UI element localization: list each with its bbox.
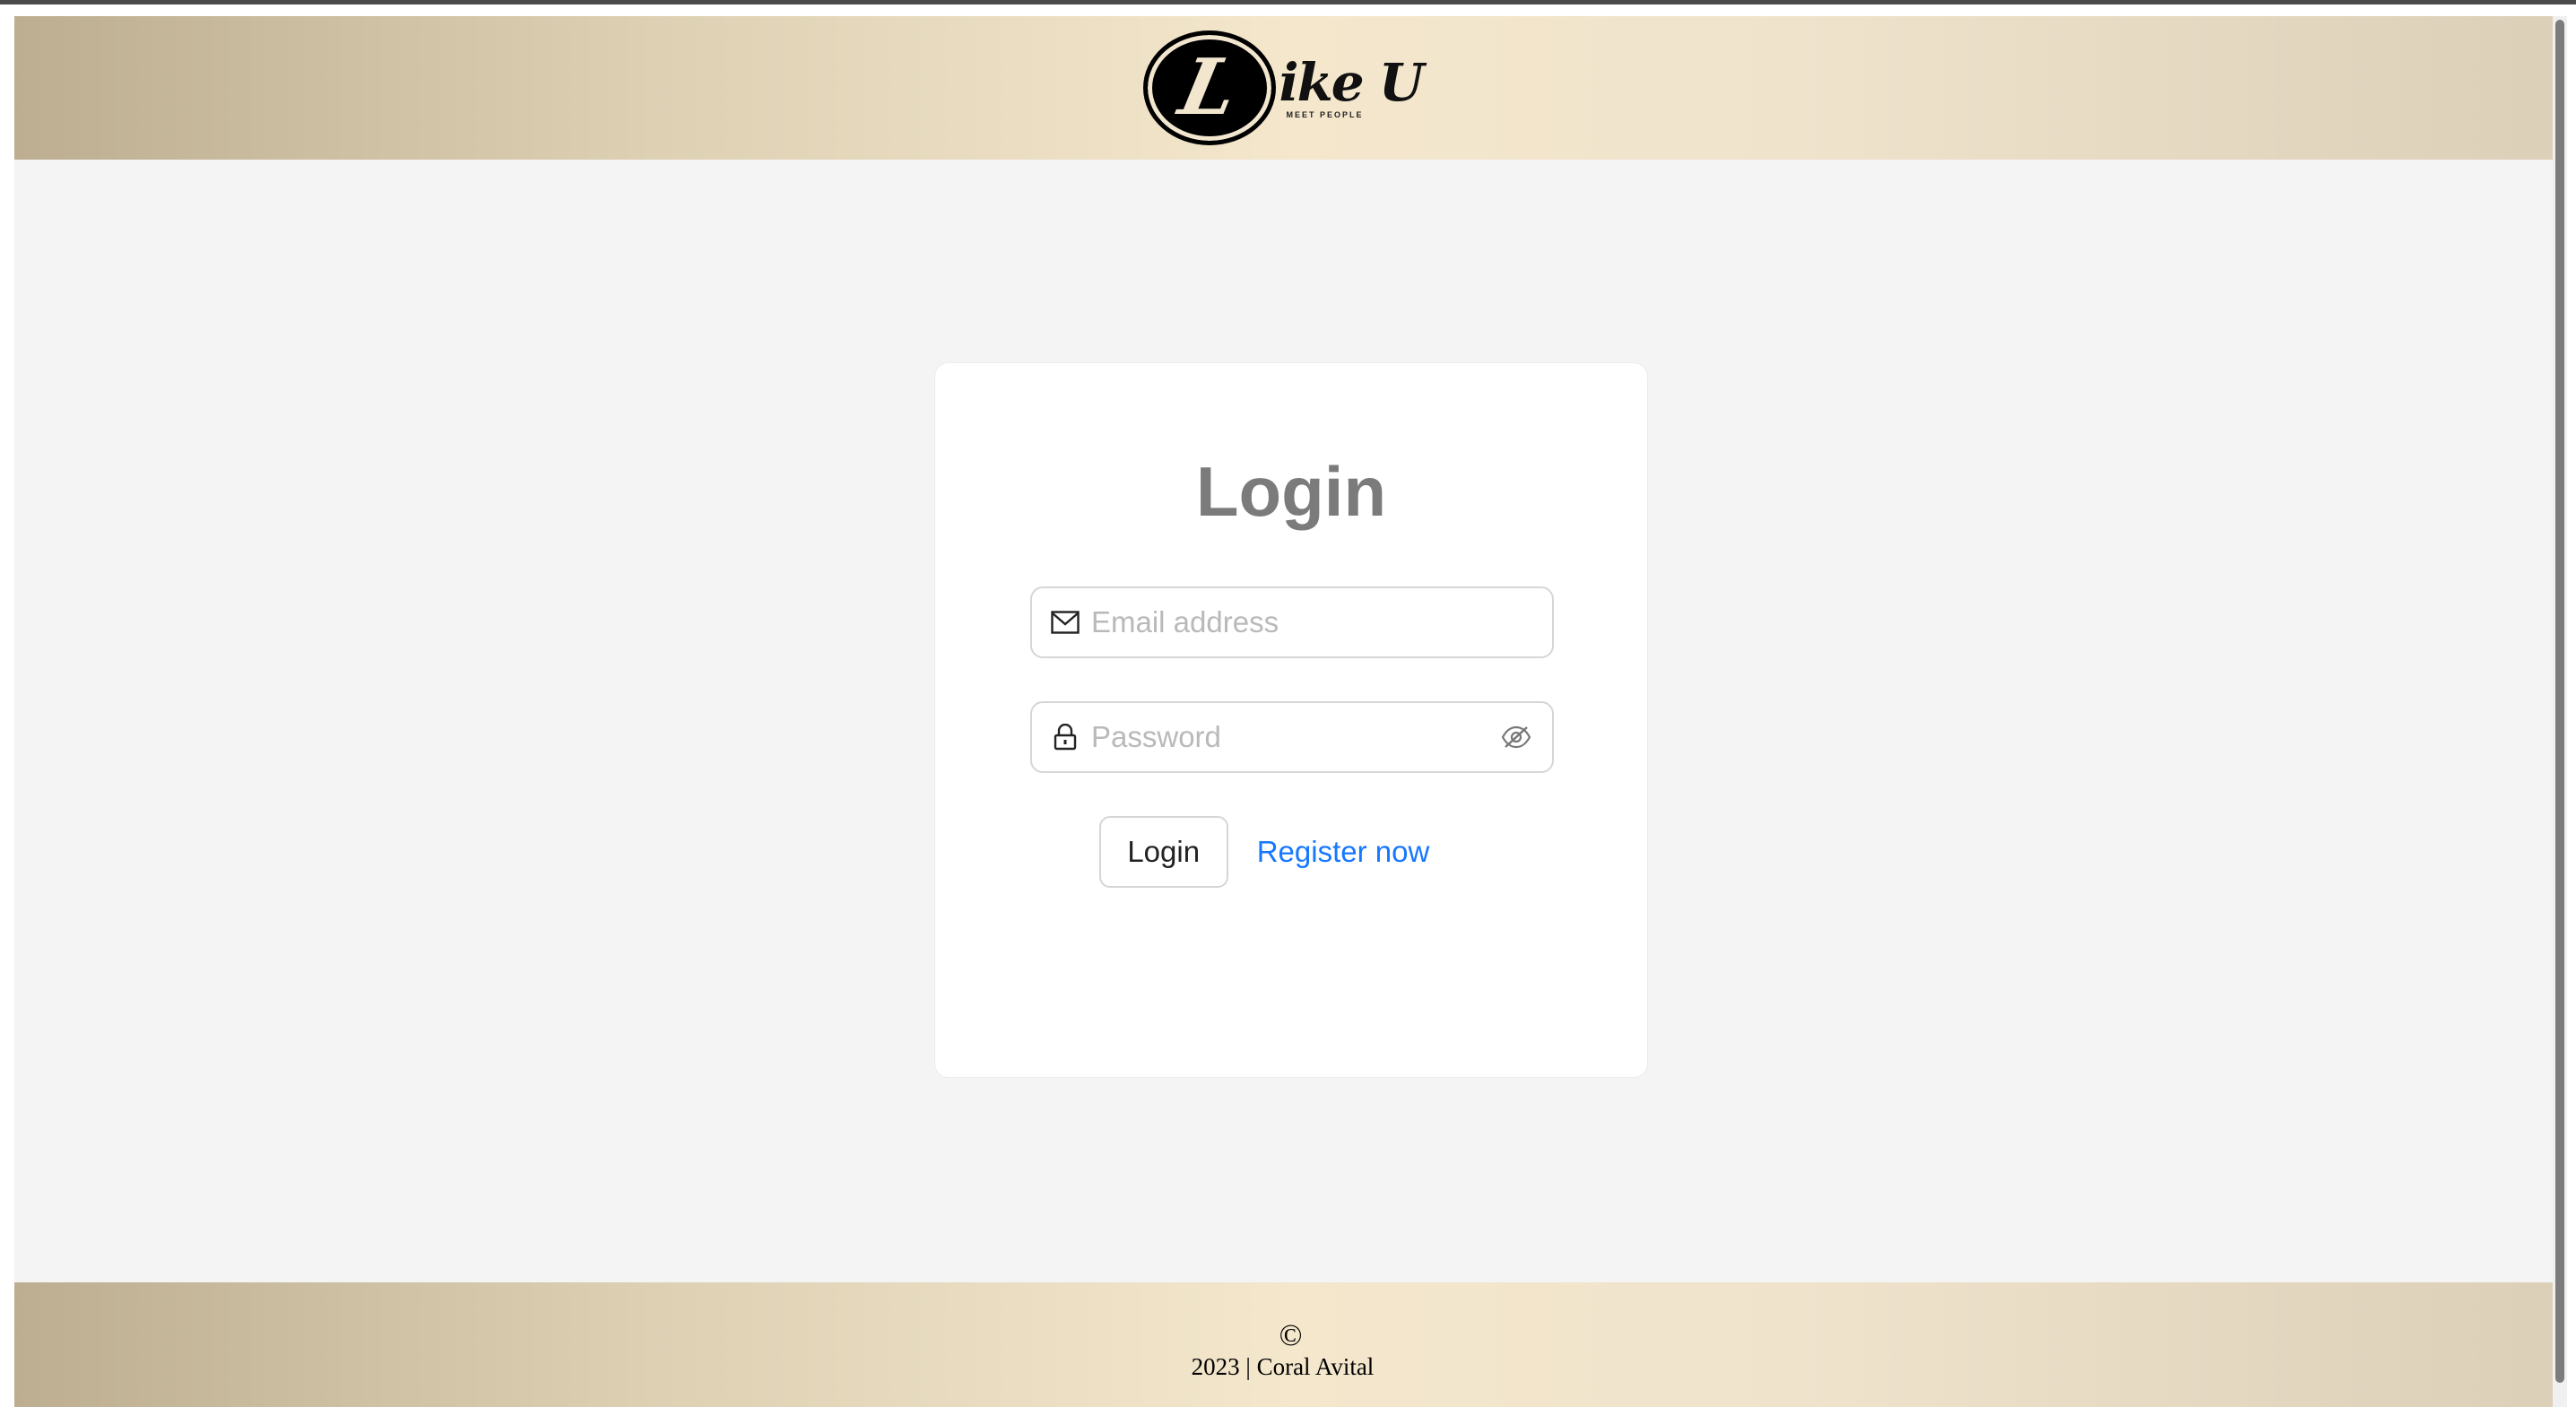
email-field[interactable]: [1030, 586, 1554, 658]
logo-letter: L: [1172, 42, 1246, 133]
eye-invisible-icon[interactable]: [1498, 719, 1534, 755]
logo-circle: L: [1142, 30, 1276, 145]
mail-icon: [1050, 607, 1080, 638]
lock-icon: [1050, 722, 1080, 752]
copyright-symbol: ©: [1279, 1319, 1303, 1352]
app-root: L ike U MEET PEOPLE Login Email address …: [14, 16, 2567, 1407]
vertical-scrollbar[interactable]: [2553, 16, 2567, 1407]
password-input[interactable]: [1089, 710, 1498, 764]
logo-word: ike U: [1279, 52, 1425, 113]
email-input[interactable]: [1089, 595, 1534, 649]
browser-top-line: [0, 0, 2576, 4]
logo-text: ike U MEET PEOPLE: [1279, 52, 1425, 119]
login-card: Login Email address Login Register now: [934, 362, 1648, 1078]
password-field[interactable]: [1030, 701, 1554, 773]
footer: © 2023 | Coral Avital: [14, 1282, 2567, 1407]
login-button[interactable]: Login: [1098, 816, 1228, 888]
register-link[interactable]: Register now: [1257, 835, 1430, 869]
footer-text: 2023 | Coral Avital: [1191, 1353, 1375, 1380]
page-title: Login: [1195, 452, 1387, 531]
form-actions: Login Register now: [935, 816, 1647, 888]
header: L ike U MEET PEOPLE: [14, 16, 2567, 160]
logo[interactable]: L ike U MEET PEOPLE: [1142, 30, 1425, 145]
logo-tagline: MEET PEOPLE: [1286, 110, 1364, 119]
scrollbar-thumb[interactable]: [2555, 20, 2564, 1383]
